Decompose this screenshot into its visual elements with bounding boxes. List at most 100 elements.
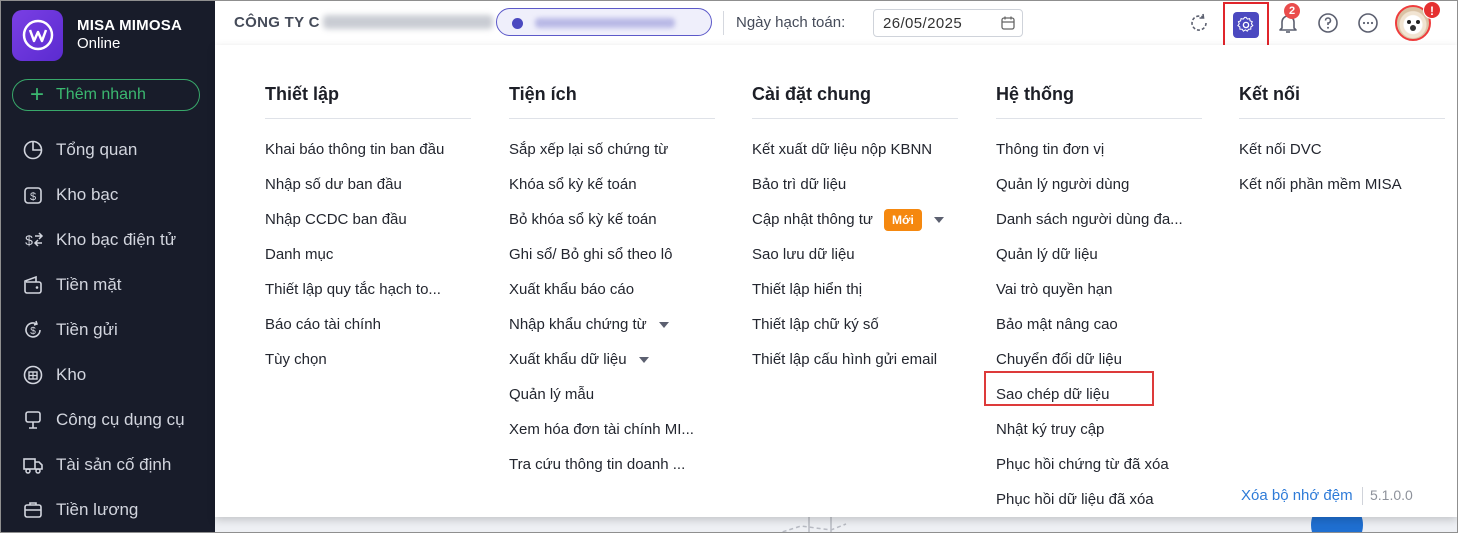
divider [1362,487,1363,505]
sidebar-item-label: Công cụ dụng cụ [56,409,185,429]
menu-item-nhat-ky-truy-cap[interactable]: Nhật ký truy cập [996,412,1183,447]
menu-item-sap-xep-so-chung-tu[interactable]: Sắp xếp lại số chứng từ [509,132,694,167]
more-icon[interactable] [1357,12,1379,34]
divider [265,118,471,119]
menu-item-nhap-ccdc[interactable]: Nhập CCDC ban đầu [265,202,444,237]
svg-text:$: $ [30,191,36,203]
column-title: Cài đặt chung [752,84,872,104]
sidebar-item-label: Kho bạc [56,184,119,204]
settings-button-highlight [1223,2,1269,48]
sidebar-item-tai-san-co-dinh[interactable]: Tài sản cố định [1,442,215,487]
menu-item-sao-luu[interactable]: Sao lưu dữ liệu [752,237,944,272]
menu-item-tra-cuu-doanh-nghiep[interactable]: Tra cứu thông tin doanh ... [509,447,694,482]
menu-item-quan-ly-mau[interactable]: Quản lý mẫu [509,377,694,412]
caret-down-icon [638,356,649,363]
menu-item-nhap-so-du[interactable]: Nhập số dư ban đầu [265,167,444,202]
menu-item-bao-cao-tai-chinh[interactable]: Báo cáo tài chính [265,307,444,342]
menu-item-ghi-so-theo-lo[interactable]: Ghi sổ/ Bỏ ghi sổ theo lô [509,237,694,272]
menu-item-khoa-so[interactable]: Khóa sổ kỳ kế toán [509,167,694,202]
app-window: MISA MIMOSA Online + Thêm nhanh Tổng qua… [0,0,1458,533]
menu-item-thiet-lap-hien-thi[interactable]: Thiết lập hiển thị [752,272,944,307]
menu-item-ket-noi-misa[interactable]: Kết nối phần mềm MISA [1239,167,1402,202]
quick-add-button[interactable]: + Thêm nhanh [12,79,200,111]
pie-chart-icon [23,140,43,159]
menu-item-danh-sach-nguoi-dung[interactable]: Danh sách người dùng đa... [996,202,1183,237]
menu-item-tuy-chon[interactable]: Tùy chọn [265,342,444,377]
menu-item-xuat-khau-du-lieu[interactable]: Xuất khẩu dữ liệu [509,342,694,377]
sidebar: MISA MIMOSA Online + Thêm nhanh Tổng qua… [1,1,215,532]
sidebar-item-tien-luong[interactable]: Tiền lương [1,487,215,532]
dollar-box-icon: $ [24,186,42,204]
menu-item-bo-khoa-so[interactable]: Bỏ khóa sổ kỳ kế toán [509,202,694,237]
branch-status-dot [512,18,523,29]
divider [509,118,715,119]
menu-item-cap-nhat-thong-tu[interactable]: Cập nhật thông tư Mới [752,202,944,237]
menu-item-phuc-hoi-chung-tu[interactable]: Phục hồi chứng từ đã xóa [996,447,1183,482]
menu-item-cau-hinh-email[interactable]: Thiết lập cấu hình gửi email [752,342,944,377]
menu-item-thong-tin-don-vi[interactable]: Thông tin đơn vị [996,132,1183,167]
highlight-box [984,371,1154,406]
sidebar-item-label: Tài sản cố định [56,454,172,474]
warehouse-icon [23,365,43,384]
svg-text:$: $ [30,326,36,337]
posting-date-field[interactable]: 26/05/2025 [873,9,1023,37]
sidebar-item-label: Tiền mặt [56,274,122,294]
menu-item-quan-ly-du-lieu[interactable]: Quản lý dữ liệu [996,237,1183,272]
menu-item-quy-tac-hach-toan[interactable]: Thiết lập quy tắc hạch to... [265,272,444,307]
divider [996,118,1202,119]
column-title: Thiết lập [265,84,340,104]
menu-item-phuc-hoi-du-lieu[interactable]: Phục hồi dữ liệu đã xóa [996,482,1183,517]
menu-item-sao-chep-du-lieu[interactable]: Sao chép dữ liệu [984,371,1183,412]
menu-item-ket-noi-dvc[interactable]: Kết nối DVC [1239,132,1402,167]
menu-item-label: Xuất khẩu dữ liệu [509,351,627,368]
company-name[interactable]: CÔNG TY C [234,14,320,31]
dollar-transfer-icon: $ [25,232,44,248]
brand[interactable]: MISA MIMOSA Online [1,1,215,69]
plus-icon: + [30,81,45,108]
avatar-alert-badge: ! [1423,1,1441,19]
sidebar-item-label: Kho bạc điện tử [56,229,177,249]
menu-item-quan-ly-nguoi-dung[interactable]: Quản lý người dùng [996,167,1183,202]
sidebar-item-kho-bac[interactable]: $ Kho bạc [1,172,215,217]
sidebar-item-tien-gui[interactable]: $ Tiền gửi [1,307,215,352]
menu-item-nhap-khau-chung-tu[interactable]: Nhập khẩu chứng từ [509,307,694,342]
menu-item-label: Cập nhật thông tư [752,211,873,228]
gear-icon [1237,16,1254,32]
menu-item-ket-xuat-kbnn[interactable]: Kết xuất dữ liệu nộp KBNN [752,132,944,167]
menu-item-bao-tri-du-lieu[interactable]: Bảo trì dữ liệu [752,167,944,202]
menu-item-khai-bao-thong-tin[interactable]: Khai báo thông tin ban đầu [265,132,444,167]
menu-item-chu-ky-so[interactable]: Thiết lập chữ ký số [752,307,944,342]
sidebar-item-label: Tiền lương [56,499,139,519]
sidebar-item-kho-bac-dien-tu[interactable]: $ Kho bạc điện tử [1,217,215,262]
sidebar-nav: Tổng quan $ Kho bạc $ Kho bạc điện tử Ti… [1,127,215,532]
sidebar-item-cong-cu-dung-cu[interactable]: Công cụ dụng cụ [1,397,215,442]
truck-icon [23,457,43,474]
menu-item-label: Nhập khẩu chứng từ [509,316,647,333]
company-name-redacted [323,15,493,29]
menu-item-vai-tro-quyen-han[interactable]: Vai trò quyền hạn [996,272,1183,307]
posting-date-label: Ngày hạch toán: [736,14,846,31]
divider [723,11,724,35]
sidebar-item-kho[interactable]: Kho [1,352,215,397]
caret-down-icon [933,216,944,223]
sidebar-item-tien-mat[interactable]: Tiền mặt [1,262,215,307]
notification-count-badge: 2 [1284,3,1300,19]
help-icon[interactable] [1317,12,1339,34]
sidebar-item-tong-quan[interactable]: Tổng quan [1,127,215,172]
briefcase-icon [24,501,42,518]
menu-item-danh-muc[interactable]: Danh mục [265,237,444,272]
menu-item-bao-mat-nang-cao[interactable]: Bảo mật nâng cao [996,307,1183,342]
menu-item-xem-hoa-don[interactable]: Xem hóa đơn tài chính MI... [509,412,694,447]
branch-selector[interactable] [496,8,712,36]
refresh-icon[interactable] [1188,12,1210,34]
sidebar-item-label: Tổng quan [56,139,138,159]
divider [1239,118,1445,119]
version-label: 5.1.0.0 [1370,487,1413,503]
column-title: Tiện ích [509,84,577,104]
wallet-icon [24,275,42,294]
clear-cache-link[interactable]: Xóa bộ nhớ đệm [1241,487,1353,504]
calendar-icon[interactable] [1000,15,1016,31]
new-badge: Mới [883,208,922,231]
menu-item-xuat-khau-bao-cao[interactable]: Xuất khẩu báo cáo [509,272,694,307]
settings-button[interactable] [1233,12,1259,38]
